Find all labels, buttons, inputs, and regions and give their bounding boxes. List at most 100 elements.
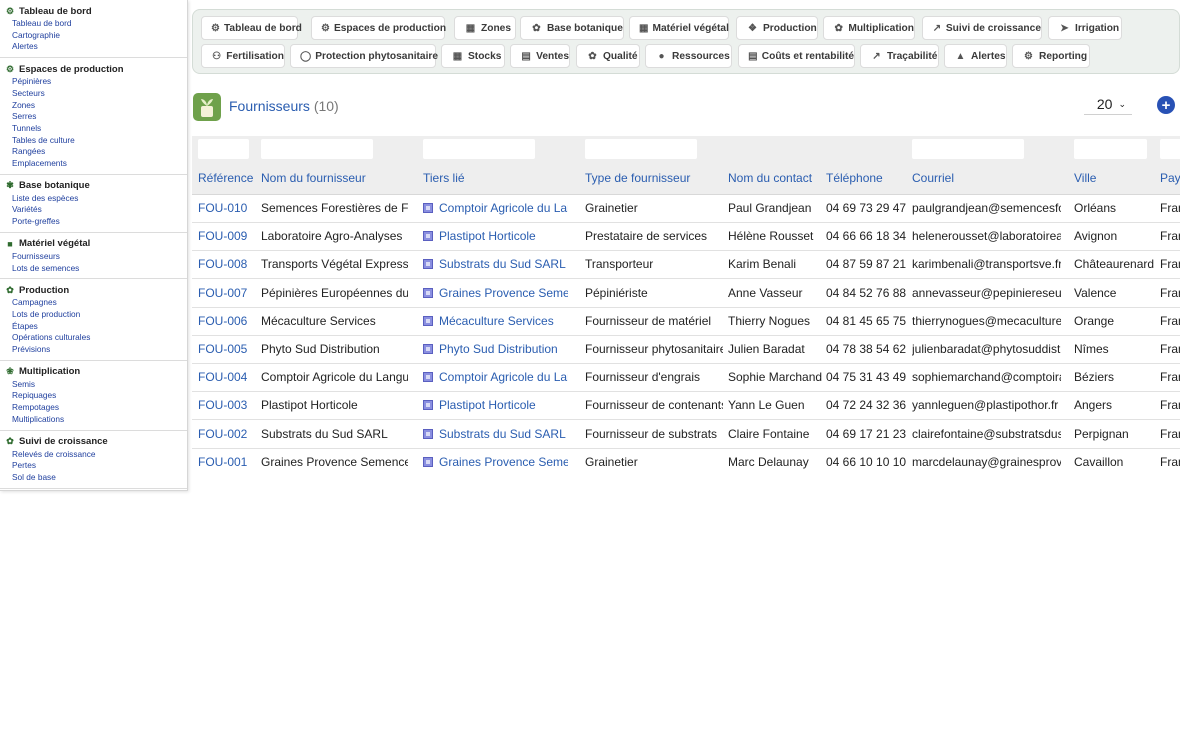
column-header-nom-du-contact[interactable]: Nom du contact — [728, 171, 812, 185]
reference-link[interactable]: FOU-003 — [198, 398, 256, 412]
linked-third-party-link[interactable]: Mécaculture Services — [423, 314, 568, 328]
filter-input-pays[interactable] — [1160, 139, 1180, 159]
sidebar-heading-suivi-de-croissance[interactable]: ✿ Suivi de croissance — [0, 435, 187, 449]
table-row[interactable]: FOU-010 Semences Forestières de France Com… — [192, 195, 1180, 223]
nav-button-zones[interactable]: ▦ Zones — [454, 16, 516, 40]
table-row[interactable]: FOU-003 Plastipot Horticole Plastipot Hort… — [192, 392, 1180, 421]
reference-link[interactable]: FOU-005 — [198, 342, 256, 356]
column-header-ville[interactable]: Ville — [1074, 171, 1096, 185]
reference-link[interactable]: FOU-004 — [198, 370, 256, 384]
column-header-tiers-lie[interactable]: Tiers lié — [423, 171, 465, 185]
linked-third-party-link[interactable]: Substrats du Sud SARL — [423, 427, 568, 441]
page-size-select[interactable]: 20 ⌄ — [1084, 94, 1132, 115]
nav-button-protection-phytosanitaire[interactable]: ◯ Protection phytosanitaire — [290, 44, 438, 68]
sidebar-heading-base-botanique[interactable]: ✾ Base botanique — [0, 179, 187, 193]
sidebar-item-secteurs[interactable]: Secteurs — [0, 88, 187, 100]
nav-button-base-botanique[interactable]: ✿ Base botanique — [520, 16, 624, 40]
sidebar-item-lots-de-semences[interactable]: Lots de semences — [0, 263, 187, 275]
reference-link[interactable]: FOU-001 — [198, 455, 256, 469]
nav-button-alertes[interactable]: ▲ Alertes — [944, 44, 1007, 68]
filter-input-courriel[interactable] — [912, 139, 1024, 159]
nav-button-multiplication[interactable]: ✿ Multiplication — [823, 16, 915, 40]
nav-button-couts-et-rentabilite[interactable]: ▤ Coûts et rentabilité — [738, 44, 855, 68]
table-row[interactable]: FOU-002 Substrats du Sud SARL Substrats du… — [192, 420, 1180, 449]
linked-third-party-link[interactable]: Phyto Sud Distribution — [423, 342, 568, 356]
column-header-pays[interactable]: Pays — [1160, 171, 1180, 185]
filter-input-type-de-fournisseur[interactable] — [585, 139, 697, 159]
linked-third-party-link[interactable]: Comptoir Agricole du Languedoc — [423, 370, 568, 384]
column-header-reference[interactable]: Référence — [198, 171, 253, 185]
sidebar-heading-tableau-de-bord[interactable]: ⚙ Tableau de bord — [0, 4, 187, 18]
nav-button-reporting[interactable]: ⚙ Reporting — [1012, 44, 1090, 68]
sidebar-item-varietes[interactable]: Variétés — [0, 204, 187, 216]
sidebar-item-porte-greffes[interactable]: Porte-greffes — [0, 216, 187, 228]
nav-button-fertilisation[interactable]: ⚇ Fertilisation — [201, 44, 285, 68]
linked-third-party-link[interactable]: Graines Provence Semences — [423, 286, 568, 300]
sidebar-item-multiplications[interactable]: Multiplications — [0, 414, 187, 426]
sidebar-item-emplacements[interactable]: Emplacements — [0, 158, 187, 170]
nav-button-tracabilite[interactable]: ↗ Traçabilité — [860, 44, 939, 68]
sidebar-item-tableau-de-bord[interactable]: Tableau de bord — [0, 18, 187, 30]
table-row[interactable]: FOU-009 Laboratoire Agro-Analyses Plastipo… — [192, 223, 1180, 252]
nav-button-production[interactable]: ❖ Production — [736, 16, 818, 40]
sidebar-item-etapes[interactable]: Étapes — [0, 321, 187, 333]
sidebar-item-rempotages[interactable]: Rempotages — [0, 402, 187, 414]
sidebar-item-tunnels[interactable]: Tunnels — [0, 123, 187, 135]
reference-link[interactable]: FOU-007 — [198, 286, 256, 300]
sidebar-item-alertes[interactable]: Alertes — [0, 41, 187, 53]
nav-button-espaces-de-production[interactable]: ⚙ Espaces de production — [311, 16, 446, 40]
table-row[interactable]: FOU-001 Graines Provence Semences Graines … — [192, 448, 1180, 476]
reference-link[interactable]: FOU-010 — [198, 201, 256, 215]
table-row[interactable]: FOU-006 Mécaculture Services Mécaculture S… — [192, 307, 1180, 336]
table-row[interactable]: FOU-004 Comptoir Agricole du Languedoc Com… — [192, 364, 1180, 393]
linked-third-party-link[interactable]: Comptoir Agricole du Languedoc — [423, 201, 568, 215]
nav-button-qualite[interactable]: ✿ Qualité — [576, 44, 640, 68]
reference-link[interactable]: FOU-008 — [198, 257, 256, 271]
filter-input-tiers-lie[interactable] — [423, 139, 535, 159]
linked-third-party-link[interactable]: Substrats du Sud SARL — [423, 257, 568, 271]
nav-button-stocks[interactable]: ▦ Stocks — [441, 44, 505, 68]
linked-third-party-link[interactable]: Plastipot Horticole — [423, 229, 568, 243]
sidebar-item-cartographie[interactable]: Cartographie — [0, 30, 187, 42]
filter-input-ville[interactable] — [1074, 139, 1147, 159]
sidebar-item-rangees[interactable]: Rangées — [0, 146, 187, 158]
column-header-telephone[interactable]: Téléphone — [826, 171, 883, 185]
reference-link[interactable]: FOU-006 — [198, 314, 256, 328]
filter-input-nom-du-fournisseur[interactable] — [261, 139, 373, 159]
filter-input-reference[interactable] — [198, 139, 249, 159]
nav-button-tableau-de-bord[interactable]: ⚙ Tableau de bord — [201, 16, 302, 40]
sidebar-item-previsions[interactable]: Prévisions — [0, 344, 187, 356]
column-header-type-de-fournisseur[interactable]: Type de fournisseur — [585, 171, 690, 185]
nav-button-materiel-vegetal[interactable]: ▦ Matériel végétal — [629, 16, 729, 40]
sidebar-item-campagnes[interactable]: Campagnes — [0, 297, 187, 309]
sidebar-item-fournisseurs[interactable]: Fournisseurs — [0, 251, 187, 263]
sidebar-item-tables-de-culture[interactable]: Tables de culture — [0, 135, 187, 147]
column-header-courriel[interactable]: Courriel — [912, 171, 954, 185]
table-row[interactable]: FOU-008 Transports Végétal Express Substra… — [192, 251, 1180, 280]
nav-button-suivi-de-croissance[interactable]: ↗ Suivi de croissance — [922, 16, 1042, 40]
sidebar-item-pertes[interactable]: Pertes — [0, 460, 187, 472]
sidebar-item-releves-de-croissance[interactable]: Relevés de croissance — [0, 449, 187, 461]
linked-third-party-link[interactable]: Graines Provence Semences — [423, 455, 568, 469]
sidebar-item-liste-des-especes[interactable]: Liste des espèces — [0, 193, 187, 205]
sidebar-item-semis[interactable]: Semis — [0, 379, 187, 391]
add-supplier-button[interactable]: + — [1157, 96, 1175, 114]
reference-link[interactable]: FOU-002 — [198, 427, 256, 441]
sidebar-item-sol-de-base[interactable]: Sol de base — [0, 472, 187, 484]
sidebar-heading-materiel-vegetal[interactable]: ■ Matériel végétal — [0, 237, 187, 251]
sidebar-item-serres[interactable]: Serres — [0, 111, 187, 123]
sidebar-item-zones[interactable]: Zones — [0, 100, 187, 112]
sidebar-item-lots-de-production[interactable]: Lots de production — [0, 309, 187, 321]
reference-link[interactable]: FOU-009 — [198, 229, 256, 243]
sidebar-item-operations-culturales[interactable]: Opérations culturales — [0, 332, 187, 344]
table-row[interactable]: FOU-005 Phyto Sud Distribution Phyto Sud D… — [192, 336, 1180, 364]
sidebar-heading-production[interactable]: ✿ Production — [0, 283, 187, 297]
sidebar-item-pepinieres[interactable]: Pépinières — [0, 76, 187, 88]
linked-third-party-link[interactable]: Plastipot Horticole — [423, 398, 568, 412]
sidebar-heading-espaces-de-production[interactable]: ⚙ Espaces de production — [0, 62, 187, 76]
nav-button-ressources[interactable]: ● Ressources — [645, 44, 732, 68]
nav-button-irrigation[interactable]: ➤ Irrigation — [1048, 16, 1122, 40]
nav-button-ventes[interactable]: ▤ Ventes — [510, 44, 570, 68]
table-row[interactable]: FOU-007 Pépinières Européennes du Sud Grai… — [192, 279, 1180, 308]
sidebar-item-repiquages[interactable]: Repiquages — [0, 390, 187, 402]
